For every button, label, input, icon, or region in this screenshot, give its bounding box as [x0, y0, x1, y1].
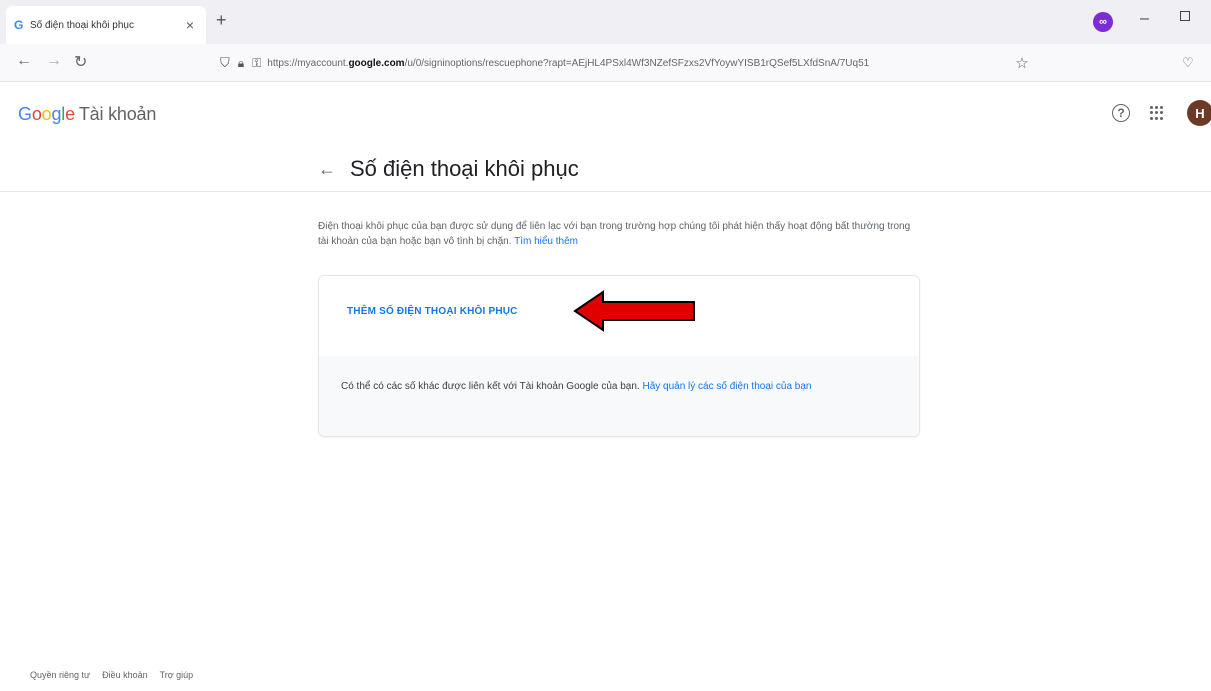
shield-icon[interactable]: ⛉ — [220, 55, 230, 71]
red-annotation-arrow-icon — [573, 290, 695, 332]
new-tab-button[interactable]: + — [216, 10, 227, 31]
star-icon[interactable]: ☆ — [1015, 54, 1028, 72]
key-icon[interactable]: ⚿ — [252, 56, 261, 71]
page-title: Số điện thoại khôi phục — [350, 156, 579, 181]
learn-more-link[interactable]: Tìm hiểu thêm — [514, 236, 578, 247]
footer-terms-link[interactable]: Điều khoản — [102, 670, 148, 680]
lock-icon[interactable]: 🔒︎ — [238, 56, 244, 71]
account-header: Google Tài khoản ? H ← Số điện thoại khôi… — [0, 82, 1211, 192]
footer: Quyền riêng tư Điều khoản Trợ giúp — [30, 670, 193, 680]
tab-close-icon[interactable]: × — [182, 17, 198, 33]
card-note: Có thể có các số khác được liên kết với … — [319, 356, 919, 436]
avatar[interactable]: H — [1187, 100, 1211, 126]
tab-title: Số điện thoại khôi phục — [30, 19, 134, 31]
footer-privacy-link[interactable]: Quyền riêng tư — [30, 670, 90, 680]
browser-tab-bar: G Số điện thoại khôi phục × + ∞ – — [0, 0, 1211, 44]
extension-icon[interactable]: ∞ — [1093, 12, 1113, 32]
google-account-logo[interactable]: Google Tài khoản — [18, 104, 156, 125]
manage-phones-link[interactable]: Hãy quản lý các số điện thoại của bạn — [642, 381, 811, 392]
logo-suffix: Tài khoản — [78, 104, 157, 124]
forward-arrow-icon[interactable]: → — [46, 52, 62, 70]
help-icon[interactable]: ? — [1112, 104, 1130, 122]
browser-tab[interactable]: G Số điện thoại khôi phục × — [6, 6, 206, 44]
back-arrow-icon[interactable]: ← — [16, 52, 32, 70]
apps-grid-icon[interactable] — [1150, 106, 1164, 120]
browser-nav-bar: ← → ↻ ⛉ 🔒︎ ⚿ https://myaccount.google.co… — [0, 44, 1211, 82]
minimize-window-icon[interactable]: – — [1140, 10, 1149, 28]
address-bar[interactable]: ⛉ 🔒︎ ⚿ https://myaccount.google.com/u/0/… — [220, 50, 1070, 76]
back-arrow-icon[interactable]: ← — [318, 159, 336, 180]
url-text[interactable]: https://myaccount.google.com/u/0/signino… — [267, 58, 1007, 69]
google-favicon-icon: G — [14, 18, 24, 32]
footer-help-link[interactable]: Trợ giúp — [160, 670, 194, 680]
add-recovery-phone-button[interactable]: THÊM SỐ ĐIỆN THOẠI KHÔI PHỤC — [347, 306, 518, 317]
reload-icon[interactable]: ↻ — [74, 52, 87, 72]
page-title-row: ← Số điện thoại khôi phục — [318, 156, 579, 182]
maximize-window-icon[interactable] — [1180, 11, 1190, 21]
pocket-icon[interactable]: ♡ — [1182, 55, 1194, 71]
page-description: Điện thoại khôi phục của bạn được sử dụn… — [318, 221, 911, 247]
